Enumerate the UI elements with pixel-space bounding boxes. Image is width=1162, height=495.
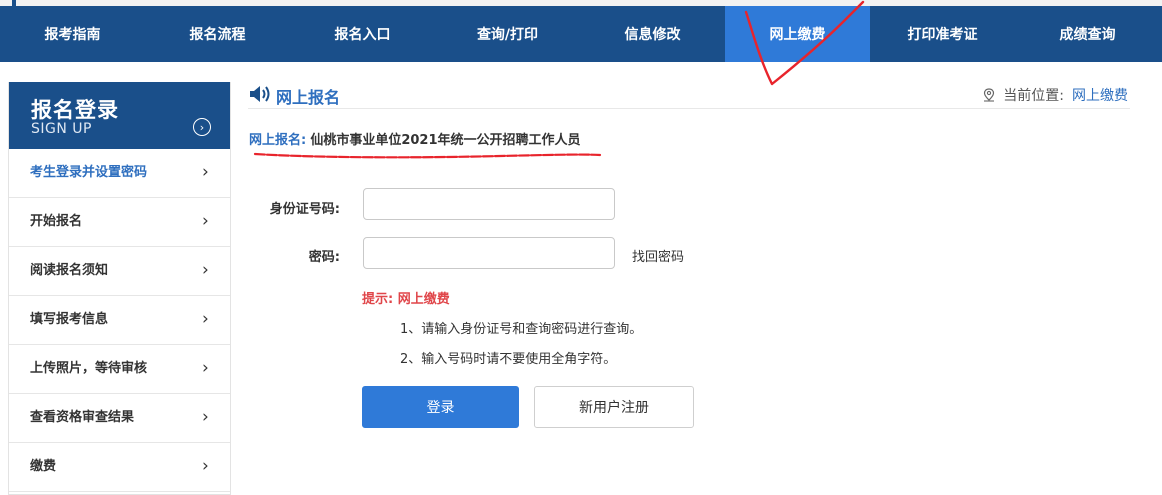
chevron-right-icon: › <box>202 358 209 378</box>
sidebar-list: 考生登录并设置密码 › 开始报名 › 阅读报名须知 › 填写报考信息 › 上传照… <box>9 149 230 492</box>
location-pin-icon <box>984 88 995 102</box>
subtitle-value: 仙桃市事业单位2021年统一公开招聘工作人员 <box>310 133 581 148</box>
register-button[interactable]: 新用户注册 <box>534 386 694 428</box>
main-nav: 报考指南 报名流程 报名入口 查询/打印 信息修改 网上缴费 打印准考证 成绩查… <box>0 6 1162 62</box>
sidebar-item-payment[interactable]: 缴费 › <box>9 443 230 492</box>
sidebar-subtitle: SIGN UP <box>31 121 92 137</box>
sidebar-item-label: 上传照片，等待审核 <box>30 361 148 376</box>
sidebar-item-label: 查看资格审查结果 <box>30 410 135 425</box>
sidebar-item-start[interactable]: 开始报名 › <box>9 198 230 247</box>
sidebar-item-review-result[interactable]: 查看资格审查结果 › <box>9 394 230 443</box>
sidebar-item-label: 开始报名 <box>30 214 83 229</box>
password-input[interactable] <box>363 237 615 269</box>
nav-item-admission-ticket[interactable]: 打印准考证 <box>870 6 1015 62</box>
speaker-icon <box>250 86 270 102</box>
sidebar-item-upload-photo[interactable]: 上传照片，等待审核 › <box>9 345 230 394</box>
sidebar-item-notice[interactable]: 阅读报名须知 › <box>9 247 230 296</box>
sidebar-item-label: 填写报考信息 <box>30 312 109 327</box>
sidebar-title: 报名登录 <box>31 98 119 122</box>
breadcrumb: 当前位置: 网上缴费 <box>983 85 1128 105</box>
chevron-right-icon: › <box>202 456 209 476</box>
chevron-right-icon: › <box>202 260 209 280</box>
sidebar: 报名登录 SIGN UP › 考生登录并设置密码 › 开始报名 › 阅读报名须知… <box>8 82 231 495</box>
nav-item-query-print[interactable]: 查询/打印 <box>435 6 580 62</box>
chevron-right-icon: › <box>202 162 209 182</box>
page-title: 网上报名 <box>276 88 341 107</box>
id-number-label: 身份证号码: <box>269 202 340 217</box>
breadcrumb-label: 当前位置: <box>1003 88 1064 104</box>
red-underline-annotation <box>253 152 602 159</box>
nav-item-payment[interactable]: 网上缴费 <box>725 6 870 62</box>
nav-item-guide[interactable]: 报考指南 <box>0 6 145 62</box>
sidebar-item-label: 考生登录并设置密码 <box>30 165 148 180</box>
password-label: 密码: <box>308 250 340 265</box>
chevron-right-icon: › <box>202 407 209 427</box>
sidebar-header: 报名登录 SIGN UP › <box>9 82 230 149</box>
nav-item-entry[interactable]: 报名入口 <box>290 6 435 62</box>
chevron-right-icon: › <box>202 309 209 329</box>
tip-line-2: 2、输入号码时请不要使用全角字符。 <box>400 352 617 367</box>
sidebar-item-fill-info[interactable]: 填写报考信息 › <box>9 296 230 345</box>
id-number-input[interactable] <box>363 188 615 220</box>
tip-line-1: 1、请输入身份证号和查询密码进行查询。 <box>400 322 643 337</box>
tip-title: 提示: 网上缴费 <box>362 292 450 307</box>
nav-item-process[interactable]: 报名流程 <box>145 6 290 62</box>
content-header: 网上报名 当前位置: 网上缴费 <box>248 82 1130 109</box>
chevron-right-icon: › <box>202 211 209 231</box>
sidebar-item-login[interactable]: 考生登录并设置密码 › <box>9 149 230 198</box>
circle-arrow-icon: › <box>193 118 211 136</box>
exam-subtitle: 网上报名: 仙桃市事业单位2021年统一公开招聘工作人员 <box>249 129 581 148</box>
nav-item-score-query[interactable]: 成绩查询 <box>1015 6 1160 62</box>
find-password-link[interactable]: 找回密码 <box>632 246 684 265</box>
nav-item-modify[interactable]: 信息修改 <box>580 6 725 62</box>
sidebar-item-label: 阅读报名须知 <box>30 263 109 278</box>
login-button[interactable]: 登录 <box>362 386 519 428</box>
sidebar-item-label: 缴费 <box>30 459 57 474</box>
breadcrumb-current[interactable]: 网上缴费 <box>1072 88 1128 104</box>
subtitle-label: 网上报名: <box>249 133 307 148</box>
